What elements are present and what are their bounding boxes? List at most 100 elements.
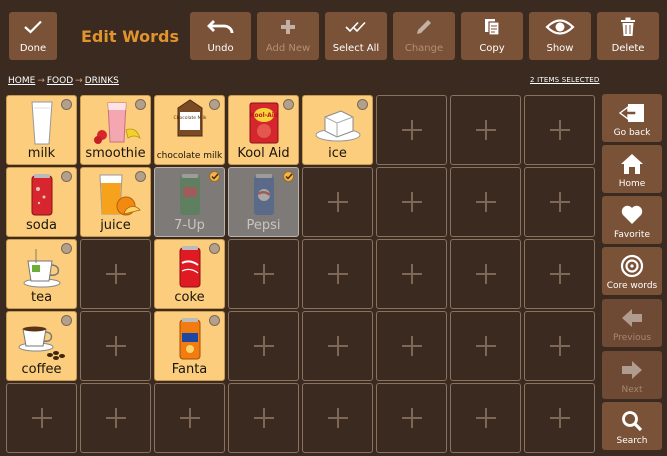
show-label: Show	[546, 43, 574, 54]
ice-cube-icon	[312, 100, 364, 146]
breadcrumb-food[interactable]: FOOD	[47, 76, 73, 86]
empty-cell[interactable]	[376, 239, 447, 309]
empty-cell[interactable]	[450, 311, 521, 381]
search-label: Search	[616, 436, 648, 446]
milk-glass-icon	[16, 100, 68, 146]
breadcrumb-home[interactable]: HOME	[8, 76, 35, 86]
word-cell-7-up[interactable]: 7-Up	[154, 167, 225, 237]
empty-cell[interactable]	[524, 95, 595, 165]
select-all-label: Select All	[332, 43, 380, 54]
breadcrumb: HOME → FOOD → DRINKS	[8, 76, 119, 86]
core-words-button[interactable]: Core words	[602, 247, 662, 295]
select-all-button[interactable]: Select All	[325, 12, 387, 60]
word-label: coke	[174, 290, 205, 305]
previous-button[interactable]: Previous	[602, 299, 662, 347]
word-grid: milk smoothie Chocolate Milk chocolate m…	[6, 95, 595, 453]
word-label: milk	[27, 146, 56, 161]
home-button[interactable]: Home	[602, 145, 662, 193]
plus-icon	[327, 192, 348, 212]
arrow-right-icon	[621, 355, 643, 385]
empty-cell[interactable]	[6, 383, 77, 453]
arrow-left-icon	[621, 303, 643, 333]
word-cell-ice[interactable]: ice	[302, 95, 373, 165]
word-cell-coffee[interactable]: coffee	[6, 311, 77, 381]
plus-icon	[549, 408, 570, 428]
word-cell-coke[interactable]: coke	[154, 239, 225, 309]
word-cell-fanta[interactable]: Fanta	[154, 311, 225, 381]
word-label: Kool Aid	[237, 146, 290, 161]
empty-cell[interactable]	[302, 311, 373, 381]
word-cell-milk[interactable]: milk	[6, 95, 77, 165]
delete-button[interactable]: Delete	[597, 12, 659, 60]
empty-cell[interactable]	[450, 95, 521, 165]
smoothie-icon	[90, 100, 142, 146]
packet-text: Kool-Aid	[249, 112, 277, 119]
empty-cell[interactable]	[80, 311, 151, 381]
undo-label: Undo	[207, 43, 234, 54]
word-cell-juice[interactable]: juice	[80, 167, 151, 237]
trash-icon	[620, 12, 636, 42]
empty-cell[interactable]	[80, 383, 151, 453]
empty-cell[interactable]	[524, 383, 595, 453]
done-button[interactable]: Done	[9, 12, 57, 60]
go-back-label: Go back	[613, 128, 651, 138]
plus-icon	[401, 264, 422, 284]
carton-text: Chocolate Milk	[173, 115, 206, 121]
empty-cell[interactable]	[302, 383, 373, 453]
word-label: juice	[100, 218, 131, 233]
empty-cell[interactable]	[524, 167, 595, 237]
word-cell-tea[interactable]: tea	[6, 239, 77, 309]
word-cell-soda[interactable]: soda	[6, 167, 77, 237]
eye-icon	[545, 12, 575, 42]
next-button[interactable]: Next	[602, 351, 662, 399]
add-new-button[interactable]: Add New	[257, 12, 319, 60]
empty-cell[interactable]	[376, 383, 447, 453]
word-cell-kool-aid[interactable]: Kool-Aid Kool Aid	[228, 95, 299, 165]
undo-button[interactable]: Undo	[190, 12, 251, 60]
empty-cell[interactable]	[524, 311, 595, 381]
selection-count[interactable]: 2 ITEMS SELECTED	[530, 76, 600, 84]
change-button[interactable]: Change	[393, 12, 455, 60]
empty-cell[interactable]	[228, 311, 299, 381]
empty-cell[interactable]	[376, 95, 447, 165]
empty-cell[interactable]	[154, 383, 225, 453]
empty-cell[interactable]	[524, 239, 595, 309]
empty-cell[interactable]	[450, 167, 521, 237]
plus-icon	[327, 264, 348, 284]
previous-label: Previous	[612, 333, 652, 343]
soda-can-icon	[16, 172, 68, 218]
copy-label: Copy	[479, 43, 505, 54]
word-label: Pepsi	[246, 218, 281, 233]
plus-icon	[327, 336, 348, 356]
empty-cell[interactable]	[376, 311, 447, 381]
seven-up-can-icon	[164, 172, 216, 218]
next-label: Next	[621, 385, 643, 395]
word-label: smoothie	[85, 146, 146, 161]
copy-button[interactable]: Copy	[461, 12, 523, 60]
search-button[interactable]: Search	[602, 402, 662, 450]
plus-icon	[253, 264, 274, 284]
empty-cell[interactable]	[302, 167, 373, 237]
empty-cell[interactable]	[80, 239, 151, 309]
plus-icon	[475, 120, 496, 140]
empty-cell[interactable]	[228, 239, 299, 309]
empty-cell[interactable]	[450, 383, 521, 453]
favorite-button[interactable]: Favorite	[602, 196, 662, 244]
empty-cell[interactable]	[376, 167, 447, 237]
delete-label: Delete	[611, 43, 645, 54]
page-title: Edit Words	[80, 27, 180, 46]
word-cell-chocolate-milk[interactable]: Chocolate Milk chocolate milk	[154, 95, 225, 165]
empty-cell[interactable]	[450, 239, 521, 309]
kool-aid-packet-icon: Kool-Aid	[238, 100, 290, 146]
show-button[interactable]: Show	[529, 12, 591, 60]
word-label: chocolate milk	[156, 151, 223, 161]
tea-cup-icon	[16, 244, 68, 290]
word-cell-smoothie[interactable]: smoothie	[80, 95, 151, 165]
word-cell-pepsi[interactable]: Pepsi	[228, 167, 299, 237]
plus-icon	[105, 336, 126, 356]
checkmark-icon	[24, 12, 42, 42]
go-back-button[interactable]: Go back	[602, 94, 662, 142]
empty-cell[interactable]	[228, 383, 299, 453]
empty-cell[interactable]	[302, 239, 373, 309]
breadcrumb-drinks[interactable]: DRINKS	[85, 76, 119, 86]
